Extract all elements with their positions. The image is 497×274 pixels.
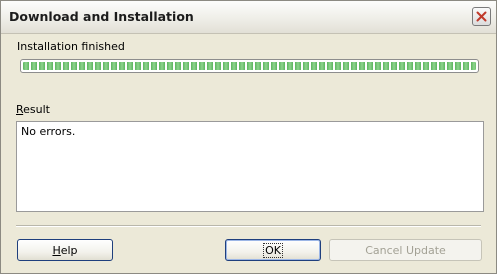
- window-title: Download and Installation: [9, 9, 194, 24]
- title-bar[interactable]: Download and Installation: [1, 1, 496, 34]
- dialog-window: Download and Installation Installation f…: [0, 0, 497, 274]
- result-text: No errors.: [21, 125, 76, 138]
- result-label-rest: esult: [23, 103, 50, 116]
- ok-button-label: OK: [263, 242, 283, 258]
- help-accelerator: H: [52, 243, 61, 257]
- close-icon: [476, 11, 487, 22]
- progress-bar: [20, 59, 479, 73]
- result-textbox[interactable]: No errors.: [16, 121, 484, 212]
- close-button[interactable]: [472, 7, 491, 26]
- cancel-update-label: Cancel Update: [365, 243, 446, 257]
- divider: [16, 225, 481, 227]
- progress-fill: [23, 62, 476, 70]
- status-label: Installation finished: [17, 40, 125, 53]
- ok-button[interactable]: OK: [225, 239, 321, 261]
- help-button[interactable]: Help: [17, 239, 113, 261]
- cancel-update-button[interactable]: Cancel Update: [329, 239, 482, 261]
- help-button-label: Help: [52, 244, 77, 257]
- result-label: Result: [16, 103, 50, 116]
- help-label-rest: elp: [60, 243, 78, 257]
